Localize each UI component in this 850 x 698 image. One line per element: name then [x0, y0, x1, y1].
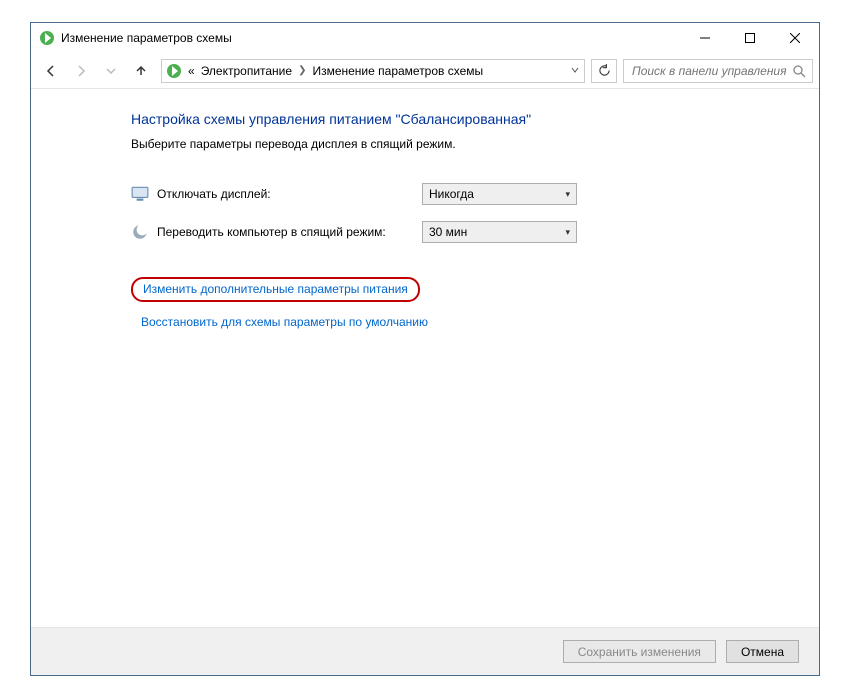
setting-label: Переводить компьютер в спящий режим:	[157, 225, 422, 239]
window-title: Изменение параметров схемы	[61, 31, 232, 45]
dropdown-value: Никогда	[429, 187, 474, 201]
address-bar[interactable]: « Электропитание ❯ Изменение параметров …	[161, 59, 585, 83]
breadcrumb-item[interactable]: Изменение параметров схемы	[312, 64, 483, 78]
search-box[interactable]	[623, 59, 813, 83]
power-plan-icon	[166, 63, 182, 79]
settings-group: Отключать дисплей: Никогда ▾ Переводить …	[131, 179, 807, 247]
display-off-dropdown[interactable]: Никогда ▾	[422, 183, 577, 205]
back-button[interactable]	[37, 57, 65, 85]
sleep-dropdown[interactable]: 30 мин ▾	[422, 221, 577, 243]
highlight-annotation: Изменить дополнительные параметры питани…	[131, 277, 420, 302]
setting-label: Отключать дисплей:	[157, 187, 422, 201]
maximize-button[interactable]	[727, 24, 772, 53]
monitor-icon	[131, 185, 149, 203]
page-subtext: Выберите параметры перевода дисплея в сп…	[131, 137, 807, 151]
power-plan-icon	[39, 30, 55, 46]
save-button[interactable]: Сохранить изменения	[563, 640, 716, 663]
recent-dropdown[interactable]	[97, 57, 125, 85]
minimize-button[interactable]	[682, 24, 727, 53]
footer: Сохранить изменения Отмена	[31, 627, 819, 675]
links-group: Изменить дополнительные параметры питани…	[131, 277, 807, 333]
chevron-down-icon: ▾	[565, 227, 570, 238]
content-area: Настройка схемы управления питанием "Сба…	[31, 89, 819, 627]
close-button[interactable]	[772, 24, 817, 53]
chevron-down-icon[interactable]	[570, 64, 580, 78]
breadcrumb-prefix: «	[188, 64, 195, 78]
setting-row-sleep: Переводить компьютер в спящий режим: 30 …	[131, 217, 807, 247]
page-heading: Настройка схемы управления питанием "Сба…	[131, 111, 807, 127]
setting-row-display-off: Отключать дисплей: Никогда ▾	[131, 179, 807, 209]
titlebar: Изменение параметров схемы	[31, 23, 819, 53]
up-button[interactable]	[127, 57, 155, 85]
moon-icon	[131, 223, 149, 241]
cancel-button[interactable]: Отмена	[726, 640, 799, 663]
breadcrumb-item[interactable]: Электропитание	[201, 64, 292, 78]
search-icon	[792, 64, 806, 78]
navbar: « Электропитание ❯ Изменение параметров …	[31, 53, 819, 89]
advanced-power-settings-link[interactable]: Изменить дополнительные параметры питани…	[143, 282, 408, 296]
refresh-button[interactable]	[591, 59, 617, 83]
chevron-down-icon: ▾	[565, 189, 570, 200]
window-frame: Изменение параметров схемы «	[30, 22, 820, 676]
search-input[interactable]	[630, 63, 792, 79]
dropdown-value: 30 мин	[429, 225, 467, 239]
forward-button[interactable]	[67, 57, 95, 85]
chevron-right-icon: ❯	[298, 65, 306, 76]
restore-defaults-link[interactable]: Восстановить для схемы параметры по умол…	[141, 315, 428, 329]
